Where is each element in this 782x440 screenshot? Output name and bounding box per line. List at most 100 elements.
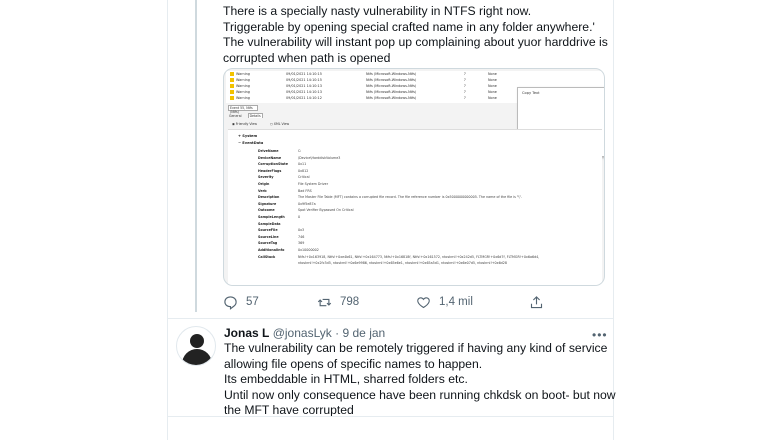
event-field-value: \Device\HarddiskVolume3 [298, 155, 341, 160]
warning-icon [230, 90, 234, 94]
tweet-1-actions: 57 798 1,4 mil [223, 293, 603, 311]
context-menu-copy-text: Copy Text [522, 91, 540, 95]
event-field-row: AdditionalInfo 0x10000002 [258, 247, 598, 253]
tweet-2-line: Until now only consequence have been run… [224, 387, 616, 402]
event-field-key: CallStack [258, 254, 276, 259]
section-eventdata: − EventData [238, 141, 264, 145]
event-field-key: HeaderFlags [258, 168, 282, 173]
event-field-key: DeviceName [258, 155, 282, 160]
tweet-2-line: Its embeddable in HTML, sharred folders … [224, 372, 468, 387]
event-level: Warning [236, 78, 250, 82]
event-tabs: General Details [228, 113, 267, 119]
section-system-label: System [242, 134, 258, 138]
warning-icon [230, 72, 234, 76]
event-field-value: 0x10000002 [298, 248, 319, 252]
tweet-2-header: Jonas L @jonasLyk · 9 de jan [224, 326, 385, 340]
thread-connector-line [195, 0, 197, 312]
event-field-value: 369 [298, 241, 305, 246]
reply-count: 57 [246, 296, 259, 308]
tweet-1-line: corrupted when path is opened [223, 50, 391, 65]
event-field-value: Critical [298, 175, 310, 180]
tweet-1-media-screenshot[interactable]: Warning 09/01/2021 14:10:15 Ntfs (Micros… [223, 68, 605, 286]
like-button[interactable]: 1,4 mil [416, 293, 473, 311]
share-icon [530, 295, 543, 308]
event-field-key: SourceLine [258, 234, 279, 239]
event-field-row: Origin File System Driver [258, 181, 598, 187]
tweet-1-line: There is a specially nasty vulnerability… [223, 4, 532, 18]
like-count: 1,4 mil [439, 296, 473, 308]
retweet-count: 798 [340, 296, 360, 308]
tweet-1-line: Triggerable by opening special crafted n… [223, 19, 595, 34]
event-field-key: Signature [258, 201, 277, 206]
reply-icon [224, 295, 237, 310]
event-id: ? [464, 96, 466, 100]
event-field-row: DeviceName \Device\HarddiskVolume3 [258, 155, 598, 161]
xml-view-label: XML View [273, 122, 290, 126]
event-row: Warning 09/01/2021 14:10:12 Ntfs (Micros… [226, 95, 526, 101]
avatar[interactable] [176, 326, 216, 366]
share-button[interactable] [529, 293, 552, 311]
view-options: ◉ Friendly View ○ XML View [232, 122, 301, 126]
header-separator: · [335, 326, 340, 340]
event-field-value: 0x9f5e87a [298, 201, 316, 206]
event-field-value: ntoskrnl!+0x2fc3d5, ntoskrnl!+0x6e9986, … [298, 261, 507, 266]
event-field-key: Severity [258, 175, 274, 180]
warning-icon [230, 96, 234, 100]
section-system: + System [238, 134, 258, 138]
tweet-2-line: The vulnerability can be remotely trigge… [224, 341, 608, 355]
event-level: Warning [236, 96, 250, 100]
event-category: None [488, 96, 497, 100]
event-field-key: Description [258, 195, 280, 200]
event-field-key: Verb [258, 188, 267, 193]
retweet-icon [317, 298, 332, 306]
event-level: Warning [236, 90, 250, 94]
tweet-1-text: There is a specially nasty vulnerability… [223, 4, 608, 66]
event-field-value: File System Driver [298, 182, 329, 186]
event-source: Ntfs (Microsoft-Windows-Ntfs) [366, 96, 417, 100]
event-field-key: DriveName [258, 149, 279, 153]
event-field-row: SourceLine 746 [258, 234, 598, 240]
like-icon [417, 296, 430, 308]
event-field-row: Verb Bad FRS [258, 188, 598, 194]
event-field-row: Description The Master File Table (MFT) c… [258, 194, 598, 200]
friendly-view-option: ◉ Friendly View [232, 122, 257, 126]
more-options-icon[interactable]: ••• [592, 328, 608, 342]
tab-details: Details [247, 113, 263, 118]
tab-general: General [229, 114, 242, 118]
event-field-row: HeaderFlags 0x812 [258, 168, 598, 174]
tweet-date[interactable]: 9 de jan [343, 326, 386, 340]
xml-view-option: ○ XML View [269, 122, 290, 126]
avatar-body-shape [182, 349, 212, 365]
event-field-value: 0 [298, 215, 301, 219]
author-handle[interactable]: @jonasLyk [273, 326, 332, 340]
event-field-row: Outcome Spot Verifier Bypassed On Critica… [258, 207, 598, 213]
event-field-key: CorruptionState [258, 162, 288, 167]
event-field-row: ntoskrnl!+0x2fc3d5, ntoskrnl!+0x6e9986, … [258, 260, 598, 266]
reply-button[interactable]: 57 [223, 293, 259, 311]
tweet-1-line: The vulnerability will instant pop up co… [223, 35, 608, 50]
event-field-value: Bad FRS [298, 188, 312, 193]
event-field-value: C: [298, 149, 302, 153]
event-field-row: Severity Critical [258, 174, 598, 180]
event-field-value: Spot Verifier Bypassed On Critical [298, 208, 354, 213]
event-field-key: SampleLength [258, 215, 285, 219]
event-field-row: SampleLength 0 [258, 214, 598, 220]
event-field-value: 0x3 [298, 228, 305, 233]
tweet-divider [167, 318, 614, 319]
event-level: Warning [236, 84, 250, 88]
retweet-button[interactable]: 798 [317, 293, 359, 311]
event-field-value: 0x812 [298, 168, 309, 173]
event-field-row: SampleData [258, 221, 598, 227]
tweet-2-line: allowing file opens of specific names to… [224, 356, 483, 371]
event-field-value: 0x11 [298, 162, 307, 167]
event-date: 09/01/2021 14:10:12 [286, 96, 322, 100]
event-field-value: 746 [298, 234, 305, 239]
section-eventdata-label: EventData [242, 141, 264, 145]
event-field-key: Outcome [258, 208, 275, 213]
event-field-row: CallStack Ntfs!+0x163918, Ntfs!+0xe4b61, … [258, 254, 598, 260]
event-field-row: SourceTag 369 [258, 240, 598, 246]
author-name[interactable]: Jonas L [224, 326, 269, 340]
event-field-key: Origin [258, 182, 270, 186]
event-field-key: AdditionalInfo [258, 248, 285, 252]
event-details: + System − EventData DriveName C: DeviceNa… [228, 129, 602, 285]
